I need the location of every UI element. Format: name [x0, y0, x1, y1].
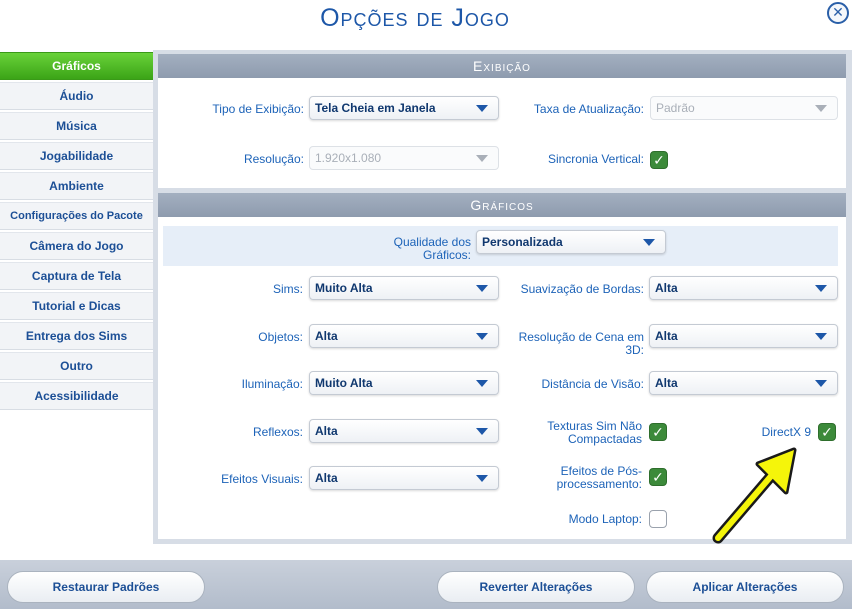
apply-changes-button[interactable]: Aplicar Alterações	[646, 571, 844, 603]
quality-row: Qualidade dos Gráficos: Personalizada	[163, 226, 838, 266]
scene-resolution-value: Alta	[655, 329, 678, 343]
chevron-down-icon	[815, 333, 827, 340]
sidebar-item-entrega[interactable]: Entrega dos Sims	[0, 322, 153, 350]
refresh-rate-label: Taxa de Atualização:	[533, 102, 644, 116]
chevron-down-icon	[476, 380, 488, 387]
sidebar-item-outro[interactable]: Outro	[0, 352, 153, 380]
reflections-dropdown[interactable]: Alta	[309, 419, 499, 443]
laptop-mode-label: Modo Laptop:	[568, 512, 642, 526]
refresh-rate-value: Padrão	[656, 101, 695, 115]
directx9-checkbox[interactable]: ✓	[818, 423, 836, 441]
quality-label: Qualidade dos Gráficos:	[393, 235, 471, 262]
chevron-down-icon	[815, 380, 827, 387]
page-title: Opções de Jogo	[320, 4, 510, 32]
view-distance-dropdown[interactable]: Alta	[649, 371, 838, 395]
sidebar-item-configuracoes-pacote[interactable]: Configurações do Pacote	[0, 202, 153, 230]
reflections-value: Alta	[315, 424, 338, 438]
objects-dropdown[interactable]: Alta	[309, 324, 499, 348]
refresh-rate-dropdown: Padrão	[650, 96, 838, 120]
display-section: Tipo de Exibição: Tela Cheia em Janela T…	[158, 78, 846, 188]
post-processing-checkbox[interactable]: ✓	[649, 468, 667, 486]
sims-label: Sims:	[273, 282, 303, 296]
chevron-down-icon	[476, 105, 488, 112]
arrow-annotation-icon	[712, 447, 797, 544]
resolution-dropdown: 1.920x1.080	[309, 146, 499, 170]
chevron-down-icon	[476, 428, 488, 435]
visual-effects-dropdown[interactable]: Alta	[309, 466, 499, 490]
objects-label: Objetos:	[258, 330, 303, 344]
sidebar-item-camera[interactable]: Câmera do Jogo	[0, 232, 153, 260]
sims-dropdown[interactable]: Muito Alta	[309, 276, 499, 300]
sidebar-item-jogabilidade[interactable]: Jogabilidade	[0, 142, 153, 170]
quality-value: Personalizada	[482, 235, 563, 249]
view-distance-label: Distância de Visão:	[541, 377, 644, 391]
post-processing-label: Efeitos de Pós-processamento:	[556, 464, 642, 491]
sidebar-item-musica[interactable]: Música	[0, 112, 153, 140]
sims-value: Muito Alta	[315, 281, 373, 295]
reflections-label: Reflexos:	[252, 425, 303, 439]
lighting-label: Iluminação:	[241, 377, 303, 391]
uncompressed-textures-checkbox[interactable]: ✓	[649, 423, 667, 441]
chevron-down-icon	[643, 239, 655, 246]
resolution-value: 1.920x1.080	[315, 151, 382, 165]
vsync-label: Sincronia Vertical:	[547, 152, 644, 166]
graphics-section-header: Gráficos	[158, 193, 846, 217]
chevron-down-icon	[476, 155, 488, 162]
sidebar: Gráficos Áudio Música Jogabilidade Ambie…	[0, 52, 153, 412]
scene-resolution-dropdown[interactable]: Alta	[649, 324, 838, 348]
sidebar-item-captura[interactable]: Captura de Tela	[0, 262, 153, 290]
chevron-down-icon	[815, 285, 827, 292]
check-icon: ✓	[652, 424, 664, 440]
sidebar-item-acessibilidade[interactable]: Acessibilidade	[0, 382, 153, 410]
chevron-down-icon	[815, 105, 827, 112]
revert-changes-button[interactable]: Reverter Alterações	[437, 571, 635, 603]
scene-resolution-label: Resolução de Cena em 3D:	[518, 330, 644, 357]
check-icon: ✓	[653, 152, 665, 168]
display-type-dropdown[interactable]: Tela Cheia em Janela	[309, 96, 499, 120]
resolution-label: Resolução:	[243, 152, 304, 166]
quality-dropdown[interactable]: Personalizada	[476, 230, 666, 254]
check-icon: ✓	[652, 469, 664, 485]
sidebar-item-tutorial[interactable]: Tutorial e Dicas	[0, 292, 153, 320]
restore-defaults-button[interactable]: Restaurar Padrões	[7, 571, 205, 603]
chevron-down-icon	[476, 475, 488, 482]
chevron-down-icon	[476, 285, 488, 292]
close-icon[interactable]: ✕	[827, 2, 849, 24]
laptop-mode-checkbox[interactable]	[649, 510, 667, 528]
sidebar-item-graficos[interactable]: Gráficos	[0, 52, 153, 80]
sidebar-item-audio[interactable]: Áudio	[0, 82, 153, 110]
lighting-dropdown[interactable]: Muito Alta	[309, 371, 499, 395]
footer-bar: Restaurar Padrões Reverter Alterações Ap…	[0, 560, 852, 609]
sidebar-item-ambiente[interactable]: Ambiente	[0, 172, 153, 200]
vsync-checkbox[interactable]: ✓	[650, 151, 668, 169]
display-type-label: Tipo de Exibição:	[212, 102, 304, 116]
visual-effects-value: Alta	[315, 471, 338, 485]
edge-smoothing-label: Suavização de Bordas:	[520, 282, 644, 296]
view-distance-value: Alta	[655, 376, 678, 390]
chevron-down-icon	[476, 333, 488, 340]
edge-smoothing-value: Alta	[655, 281, 678, 295]
uncompressed-textures-label: Texturas Sim Não Compactadas	[547, 419, 642, 446]
check-icon: ✓	[821, 424, 833, 440]
display-type-value: Tela Cheia em Janela	[315, 101, 436, 115]
lighting-value: Muito Alta	[315, 376, 373, 390]
visual-effects-label: Efeitos Visuais:	[221, 472, 303, 486]
objects-value: Alta	[315, 329, 338, 343]
edge-smoothing-dropdown[interactable]: Alta	[649, 276, 838, 300]
directx9-label: DirectX 9	[761, 425, 811, 439]
display-section-header: Exibição	[158, 54, 846, 78]
